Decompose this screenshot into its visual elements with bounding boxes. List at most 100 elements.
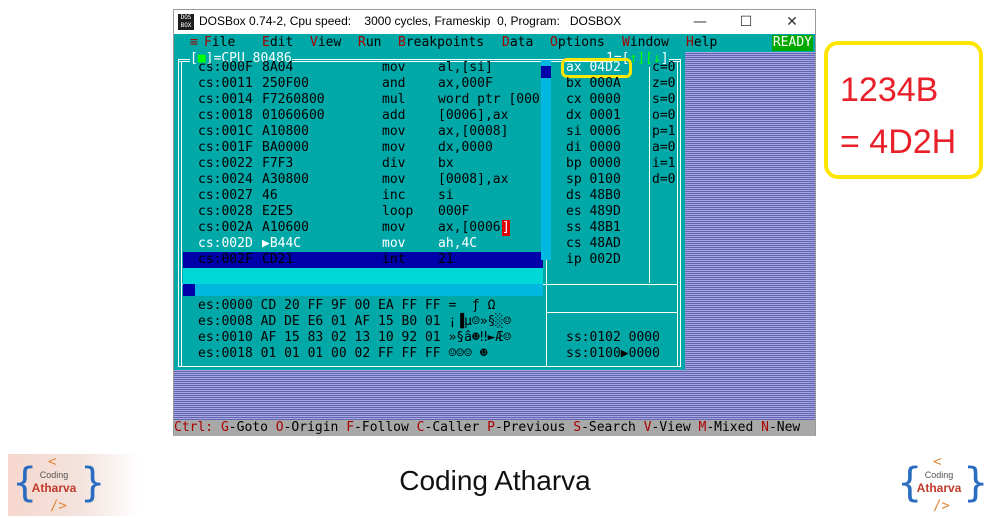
- menu-item[interactable]: Window: [622, 35, 669, 51]
- dos-screen[interactable]: ≡ READY File Edit View Run Breakpoints Data Op…: [174, 34, 815, 436]
- code-operands: [0008],ax: [438, 172, 509, 187]
- shortcut-label: -Mixed: [706, 420, 762, 435]
- scroll-thumb[interactable]: [541, 66, 551, 78]
- menu-hotkey: F: [204, 35, 212, 50]
- code-vertical-scrollbar[interactable]: [541, 60, 551, 260]
- code-address: cs:0022: [198, 156, 253, 171]
- menu-item[interactable]: Options: [550, 35, 605, 51]
- status-shortcut[interactable]: G-Goto: [221, 420, 276, 435]
- logo-angle-open: <: [933, 454, 942, 470]
- shortcut-label: [213, 420, 221, 435]
- memory-dump-row[interactable]: es:0010 AF 15 83 02 13 10 92 01 »§â☻‼►Æ☺: [198, 330, 511, 346]
- menu-hotkey: W: [622, 35, 630, 50]
- status-shortcut[interactable]: M-Mixed: [698, 420, 761, 435]
- register-value[interactable]: cs 48AD: [566, 236, 621, 252]
- menu-bar: ≡ READY File Edit View Run Breakpoints Data Op…: [174, 34, 815, 52]
- menu-item[interactable]: Help: [686, 35, 717, 51]
- menu-hotkey: R: [358, 35, 366, 50]
- flag-value[interactable]: z=0: [652, 76, 675, 92]
- code-mnemonic: int: [382, 252, 406, 267]
- code-bytes: 250F00: [262, 76, 309, 91]
- menu-label: ata: [509, 35, 534, 50]
- window-title: DOSBox 0.74-2, Cpu speed: 3000 cycles, F…: [199, 14, 622, 28]
- register-value[interactable]: di 0000: [566, 140, 621, 156]
- desktop-background-right: [684, 52, 815, 370]
- memory-dump-row[interactable]: es:0018 01 01 01 00 02 FF FF FF ☺☺☺ ☻: [198, 346, 488, 362]
- code-operands: dx,0000: [438, 140, 493, 155]
- menu-item[interactable]: Breakpoints: [398, 35, 484, 51]
- register-value[interactable]: bx 000A: [566, 76, 621, 92]
- code-horizontal-scrollbar[interactable]: [183, 284, 543, 296]
- shortcut-label: -Goto: [228, 420, 276, 435]
- minimize-button[interactable]: —: [677, 10, 723, 34]
- status-shortcut[interactable]: O-Origin: [276, 420, 346, 435]
- register-value[interactable]: ip 002D: [566, 252, 621, 268]
- status-shortcut[interactable]: P-Previous: [487, 420, 573, 435]
- status-shortcut[interactable]: Ctrl:: [174, 420, 221, 435]
- close-button[interactable]: ✕: [769, 10, 815, 34]
- flag-value[interactable]: a=0: [652, 140, 675, 156]
- frame-bottom: [178, 366, 681, 367]
- scroll-left-arrow[interactable]: [183, 284, 195, 296]
- shortcut-key: V: [643, 420, 652, 435]
- logo-angle-close: />: [933, 498, 950, 514]
- stack-row[interactable]: ss:0102 0000: [566, 330, 660, 346]
- logo-text-atharva: Atharva: [916, 481, 962, 495]
- menu-item[interactable]: Data: [502, 35, 533, 51]
- flag-value[interactable]: o=0: [652, 108, 675, 124]
- flag-value[interactable]: p=1: [652, 124, 675, 140]
- menu-label: indow: [629, 35, 669, 50]
- register-value[interactable]: es 489D: [566, 204, 621, 220]
- code-mnemonic: mov: [382, 124, 406, 139]
- footer-title: Coding Atharva: [399, 465, 591, 496]
- register-value[interactable]: ds 48B0: [566, 188, 621, 204]
- code-operands: bx: [438, 156, 454, 171]
- note-line-1: 1234B: [840, 71, 939, 109]
- menu-item[interactable]: Run: [358, 35, 381, 51]
- register-value[interactable]: sp 0100: [566, 172, 621, 188]
- code-operands: 000F: [438, 204, 470, 219]
- code-mnemonic: add: [382, 108, 406, 123]
- code-mnemonic: mov: [382, 220, 406, 235]
- status-shortcut[interactable]: S-Search: [573, 420, 643, 435]
- menu-label: elp: [693, 35, 718, 50]
- cpu-window: [■]=CPU 80486 1=[↑][↓] cs:000F 8A04 mov al,: [174, 51, 685, 370]
- code-mnemonic: mov: [382, 60, 406, 75]
- flag-value[interactable]: i=1: [652, 156, 675, 172]
- shortcut-key: F: [346, 420, 355, 435]
- next-row-highlight: [183, 268, 543, 284]
- dosbox-window: DOS BOX DOSBox 0.74-2, Cpu speed: 3000 cy…: [173, 9, 816, 436]
- memory-dump-row[interactable]: es:0000 CD 20 FF 9F 00 EA FF FF = ƒ Ω: [198, 298, 495, 314]
- system-menu[interactable]: ≡: [190, 35, 198, 51]
- shortcut-key: P: [487, 420, 495, 435]
- frame-left: [178, 59, 179, 367]
- menu-item[interactable]: Edit: [262, 35, 293, 51]
- status-shortcut[interactable]: V-View: [644, 420, 699, 435]
- code-operands: si: [438, 188, 454, 203]
- flag-value[interactable]: s=0: [652, 92, 675, 108]
- register-value[interactable]: si 0006: [566, 124, 621, 140]
- menu-item[interactable]: View: [310, 35, 341, 51]
- logo-right: { } < /> Coding Atharva: [893, 454, 988, 514]
- code-address: cs:002A: [198, 220, 253, 235]
- menu-item[interactable]: File: [204, 35, 235, 51]
- title-bar[interactable]: DOS BOX DOSBox 0.74-2, Cpu speed: 3000 cy…: [174, 10, 815, 34]
- code-address: cs:001F: [198, 140, 253, 155]
- register-value[interactable]: bp 0000: [566, 156, 621, 172]
- code-mnemonic: mov: [382, 140, 406, 155]
- register-value[interactable]: ss 48B1: [566, 220, 621, 236]
- note-line-2: = 4D2H: [840, 123, 957, 161]
- memory-dump-row[interactable]: es:0008 AD DE E6 01 AF 15 B0 01 ¡▐µ☺»§░☺: [198, 314, 511, 330]
- menu-hotkey: D: [502, 35, 510, 50]
- register-value[interactable]: cx 0000: [566, 92, 621, 108]
- stack-row[interactable]: ss:0100▶0000: [566, 346, 660, 362]
- status-shortcut[interactable]: F-Follow: [346, 420, 416, 435]
- status-shortcut[interactable]: C-Caller: [417, 420, 487, 435]
- shortcut-label: -Caller: [424, 420, 488, 435]
- register-value[interactable]: dx 0001: [566, 108, 621, 124]
- register-value[interactable]: ax 04D2: [566, 60, 621, 76]
- flag-value[interactable]: c=0: [652, 60, 675, 76]
- maximize-button[interactable]: ☐: [723, 10, 769, 34]
- status-shortcut[interactable]: N-New: [761, 420, 800, 435]
- flag-value[interactable]: d=0: [652, 172, 675, 188]
